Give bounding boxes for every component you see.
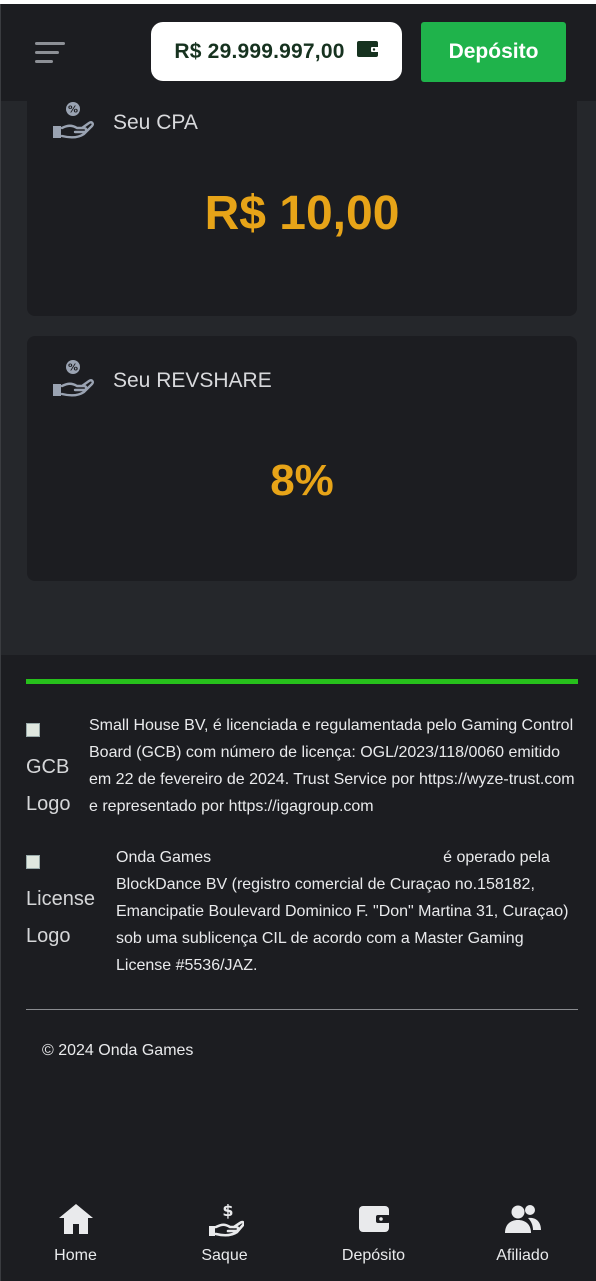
nav-afiliado[interactable]: Afiliado — [448, 1187, 596, 1281]
nav-home[interactable]: Home — [1, 1187, 150, 1281]
wallet-icon — [358, 1206, 390, 1232]
hand-dollar-icon: $ — [208, 1201, 244, 1237]
footer: GCB Logo Small House BV, é licenciada e … — [1, 655, 596, 1187]
footer-divider — [26, 1009, 578, 1010]
broken-image-icon — [26, 723, 40, 737]
broken-image-icon — [26, 855, 40, 869]
nav-home-label: Home — [54, 1247, 97, 1264]
gcb-license-row: GCB Logo Small House BV, é licenciada e … — [26, 712, 579, 823]
license-brand: Onda Games — [116, 849, 212, 866]
balance-amount: R$ 29.999.997,00 — [174, 39, 345, 63]
revshare-title: Seu REVSHARE — [113, 368, 272, 392]
cpa-value: R$ 10,00 — [204, 187, 400, 240]
copyright: © 2024 Onda Games — [42, 1042, 194, 1059]
nav-afiliado-label: Afiliado — [496, 1247, 549, 1264]
hamburger-menu-icon[interactable] — [35, 41, 65, 65]
operator-license-text: Onda Games é operado pela BlockDance BV (… — [116, 844, 578, 979]
gcb-logo: GCB Logo — [26, 712, 89, 823]
cpa-card-header: % Seu CPA — [51, 100, 198, 145]
license-body: é operado pela BlockDance BV (registro c… — [116, 849, 569, 974]
top-header: R$ 29.999.997,00 Depósito — [1, 4, 596, 101]
bottom-nav: Home $ Saque Depósito Afiliado — [1, 1187, 596, 1281]
nav-deposito[interactable]: Depósito — [299, 1187, 448, 1281]
cpa-card: % Seu CPA R$ 10,00 — [27, 64, 577, 316]
deposit-button[interactable]: Depósito — [421, 22, 566, 82]
hand-percent-icon: % — [51, 358, 95, 403]
revshare-card-header: % Seu REVSHARE — [51, 358, 272, 403]
nav-saque-label: Saque — [201, 1247, 248, 1264]
nav-deposito-label: Depósito — [341, 1247, 406, 1264]
cpa-title: Seu CPA — [113, 110, 198, 134]
revshare-card: % Seu REVSHARE 8% — [27, 336, 577, 581]
operator-license-row: License Logo Onda Games é operado pela Bl… — [26, 844, 578, 979]
svg-text:%: % — [68, 105, 78, 116]
license-logo: License Logo — [26, 844, 116, 979]
balance-display[interactable]: R$ 29.999.997,00 — [151, 22, 402, 81]
app-root: % Seu CPA R$ 10,00 % Seu REVSHARE 8% R$ … — [0, 4, 596, 1281]
svg-text:$: $ — [222, 1201, 233, 1220]
wallet-icon — [356, 40, 379, 63]
gcb-logo-alt: GCB Logo — [26, 756, 71, 815]
nav-saque[interactable]: $ Saque — [150, 1187, 299, 1281]
gcb-license-text: Small House BV, é licenciada e regulamen… — [89, 717, 575, 815]
license-logo-alt: License Logo — [26, 888, 95, 947]
footer-accent-bar — [26, 679, 578, 684]
revshare-value: 8% — [270, 456, 334, 505]
home-icon — [58, 1204, 93, 1234]
svg-text:%: % — [68, 363, 78, 374]
users-icon — [504, 1205, 541, 1233]
hand-percent-icon: % — [51, 100, 95, 145]
